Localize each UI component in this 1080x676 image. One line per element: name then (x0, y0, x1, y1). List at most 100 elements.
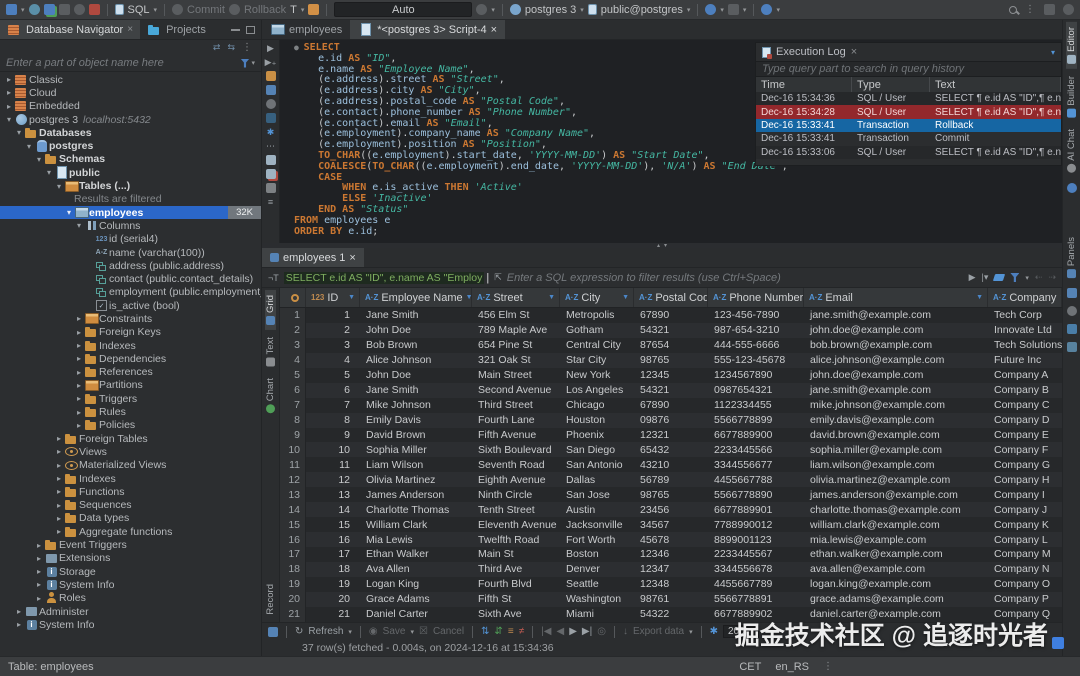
row-number[interactable]: 3 (280, 338, 306, 353)
grid-cell[interactable]: john.doe@example.com (804, 323, 988, 338)
chevron-down-icon[interactable]: ▾ (1051, 48, 1055, 57)
transaction-caret[interactable]: ▾ (301, 6, 305, 14)
grid-cell[interactable]: New York (560, 368, 634, 383)
grid-cell[interactable]: Jacksonville (560, 517, 634, 532)
grid-cell[interactable]: Seattle (560, 577, 634, 592)
grid-cell[interactable]: 98765 (634, 487, 708, 502)
grid-cell[interactable]: Tech Solutions (988, 338, 1062, 353)
grid-cell[interactable]: Seventh Road (472, 457, 560, 472)
tree-expander-icon[interactable]: ▾ (74, 221, 84, 230)
row-number[interactable]: 17 (280, 547, 306, 562)
refresh-button[interactable]: Refresh (308, 626, 343, 637)
grid-cell[interactable]: 45678 (634, 532, 708, 547)
grid-cell[interactable]: 34567 (634, 517, 708, 532)
grid-cell[interactable]: 98765 (634, 353, 708, 368)
collapse-all-icon[interactable]: ⇄ (213, 42, 221, 53)
grid-cell[interactable]: 1234567890 (708, 368, 804, 383)
close-icon[interactable]: × (127, 24, 133, 35)
grid-cell[interactable]: Fifth Avenue (472, 428, 560, 443)
tree-item[interactable]: ▸Data types (0, 512, 261, 525)
row-number[interactable]: 6 (280, 383, 306, 398)
tree-item[interactable]: ▸References (0, 366, 261, 379)
database-selector[interactable]: public@postgres (601, 4, 683, 16)
tree-expander-icon[interactable]: ▸ (74, 408, 84, 417)
grid-cell[interactable]: San Antonio (560, 457, 634, 472)
locate-icon[interactable] (761, 4, 772, 15)
explain-plan-icon[interactable] (266, 85, 276, 95)
panel-toggle-icon[interactable] (268, 627, 278, 637)
lock-icon[interactable] (308, 4, 319, 15)
tree-expander-icon[interactable]: ▾ (4, 115, 14, 124)
delete-script-icon[interactable] (266, 169, 276, 179)
column-filter-caret[interactable]: ▼ (548, 294, 555, 301)
grid-cell[interactable]: 56789 (634, 472, 708, 487)
grid-cell[interactable]: william.clark@example.com (804, 517, 988, 532)
next-row-icon[interactable]: ▶ (569, 626, 577, 637)
grid-cell[interactable]: Star City (560, 353, 634, 368)
row-number[interactable]: 7 (280, 398, 306, 413)
tree-item[interactable]: ▸Foreign Keys (0, 326, 261, 339)
close-icon[interactable]: × (491, 24, 497, 36)
row-number[interactable]: 9 (280, 428, 306, 443)
grid-cell[interactable]: Fourth Lane (472, 413, 560, 428)
last-row-icon[interactable]: ▶| (582, 626, 592, 637)
grid-cell[interactable]: Company E (988, 428, 1062, 443)
grid-cell[interactable]: 654 Pine St (472, 338, 560, 353)
metadata-panel-icon[interactable] (1067, 324, 1077, 334)
grid-cell[interactable]: 6677889901 (708, 502, 804, 517)
grid-cell[interactable]: Twelfth Road (472, 532, 560, 547)
tree-expander-icon[interactable]: ▸ (34, 541, 44, 550)
grid-cell[interactable]: 12348 (634, 577, 708, 592)
row-number[interactable]: 13 (280, 487, 306, 502)
grid-cell[interactable]: bob.brown@example.com (804, 338, 988, 353)
grid-cell[interactable]: 4455667788 (708, 472, 804, 487)
execute-new-tab-icon[interactable]: ▶₊ (265, 57, 277, 67)
transaction-log-icon[interactable]: T (290, 4, 297, 16)
grid-cell[interactable]: 2233445567 (708, 547, 804, 562)
status-menu-icon[interactable]: ⋮ (823, 661, 834, 672)
col-type[interactable]: Type (852, 77, 930, 92)
log-row[interactable]: Dec-16 15:34:28SQL / UserSELECT ¶ e.id A… (756, 105, 1061, 118)
settings-icon[interactable]: ✱ (267, 127, 275, 137)
grid-cell[interactable]: 5566778890 (708, 487, 804, 502)
tree-item[interactable]: ▸Rules (0, 405, 261, 418)
tree-expander-icon[interactable]: ▾ (54, 182, 64, 191)
grid-cell[interactable]: 0987654321 (708, 383, 804, 398)
grid-cell[interactable]: Liam Wilson (360, 457, 472, 472)
filter-icon[interactable] (240, 59, 249, 68)
grid-cell[interactable]: 19 (306, 577, 360, 592)
grid-cell[interactable]: 789 Maple Ave (472, 323, 560, 338)
tab-database-navigator[interactable]: Database Navigator × (0, 20, 140, 39)
grid-cell[interactable]: John Doe (360, 323, 472, 338)
row-number[interactable]: 18 (280, 562, 306, 577)
ai-assistant-icon[interactable] (266, 99, 276, 109)
grid-cell[interactable]: Company O (988, 577, 1062, 592)
grid-cell[interactable]: Austin (560, 502, 634, 517)
grid-cell[interactable]: Fourth Blvd (472, 577, 560, 592)
grid-cell[interactable]: Company J (988, 502, 1062, 517)
row-number[interactable]: 14 (280, 502, 306, 517)
status-locale[interactable]: en_RS (775, 661, 809, 673)
grid-cell[interactable]: Company G (988, 457, 1062, 472)
grid-cell[interactable]: grace.adams@example.com (804, 592, 988, 607)
grid-cell[interactable]: Chicago (560, 398, 634, 413)
grid-cell[interactable]: John Doe (360, 368, 472, 383)
grid-cell[interactable]: Tech Corp (988, 308, 1062, 323)
grid-cell[interactable]: Company M (988, 547, 1062, 562)
tree-item[interactable]: ▸Policies (0, 419, 261, 432)
grid-cell[interactable]: 456 Elm St (472, 308, 560, 323)
grid-cell[interactable]: 9 (306, 428, 360, 443)
grid-cell[interactable]: 18 (306, 562, 360, 577)
grid-cell[interactable]: 20 (306, 592, 360, 607)
tree-item[interactable]: employment (public.employment_ (0, 286, 261, 299)
col-time[interactable]: Time (756, 77, 852, 92)
perspective-icon[interactable] (1044, 4, 1055, 15)
grid-cell[interactable]: Boston (560, 547, 634, 562)
row-number[interactable]: 21 (280, 607, 306, 622)
database-caret[interactable]: ▾ (687, 6, 691, 14)
apply-filter-icon[interactable]: ▶ (969, 272, 976, 283)
grid-cell[interactable]: Gotham (560, 323, 634, 338)
tree-expander-icon[interactable]: ▸ (34, 554, 44, 563)
tree-expander-icon[interactable]: ▸ (4, 102, 14, 111)
grid-cell[interactable]: James Anderson (360, 487, 472, 502)
